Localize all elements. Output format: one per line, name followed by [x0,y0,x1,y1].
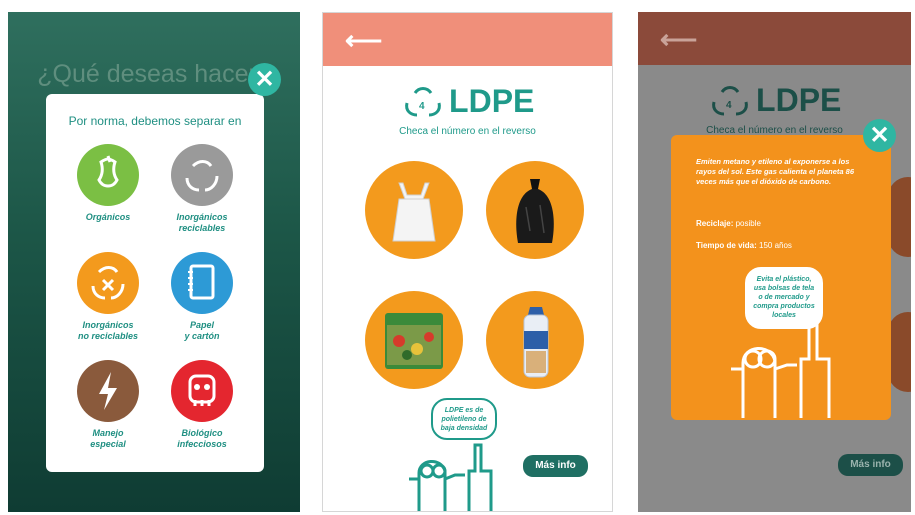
lightning-icon [77,360,139,422]
mascot-character-icon [409,443,493,511]
category-modal: Por norma, debemos separar en Orgánicos [46,94,264,472]
category-label: Inorgánicos no reciclables [77,320,139,341]
mascot-character-icon [731,323,831,418]
logo-text: LDPE [449,83,535,119]
category-papel-carton[interactable]: Papel y cartón [152,252,252,342]
lifetime-label: Tiempo de vida: [696,241,757,250]
recycling-label: Reciclaje: [696,219,734,228]
category-inorganicos-no-reciclables[interactable]: Inorgánicos no reciclables [58,252,158,342]
more-info-button[interactable]: Más info [838,454,903,476]
recycle-icon [171,144,233,206]
category-biologico-infecciosos[interactable]: Biológico infecciosos [152,360,252,450]
apple-core-icon [77,144,139,206]
bread-bag-icon[interactable] [486,291,584,389]
ldpe-logo: 4 LDPE [638,82,911,119]
phone-screen-categories: ¿Qué deseas hacer? Por norma, debemos se… [8,12,300,512]
svg-text:4: 4 [726,100,732,111]
recycle-icon: 4 [711,85,748,115]
more-info-button[interactable]: Más info [523,455,588,477]
header-bar: ⟵ [323,13,612,66]
lifetime-field: Tiempo de vida: 150 años [696,241,876,250]
category-label: Biológico infecciosos [177,428,227,449]
category-label: Inorgánicos reciclables [176,212,228,233]
category-label: Manejo especial [90,428,126,449]
skull-icon [171,360,233,422]
category-label: Orgánicos [85,212,131,222]
screenshot-stage: ¿Qué deseas hacer? Por norma, debemos se… [0,0,915,515]
close-icon[interactable]: ✕ [248,63,281,96]
logo-subtitle: Checa el número en el reverso [399,126,536,137]
notebook-icon [171,252,233,314]
lifetime-value: 150 años [759,241,792,250]
popup-description: Emiten metano y etileno al exponerse a l… [696,157,854,186]
svg-text:4: 4 [419,101,425,112]
category-inorganicos-reciclables[interactable]: Inorgánicos reciclables [152,144,252,234]
header-bar: ⟵ [638,12,911,65]
category-manejo-especial[interactable]: Manejo especial [58,360,158,450]
background-item-circle [888,312,911,392]
phone-screen-ldpe-info: ⟵ 4 LDPE Checa el número en el reverso M… [638,12,911,512]
info-popup: Emiten metano y etileno al exponerse a l… [671,135,891,420]
recycling-field: Reciclaje: posible [696,219,876,228]
background-item-circle [888,177,911,257]
plastic-bag-icon[interactable] [365,161,463,259]
frozen-food-bag-icon[interactable] [365,291,463,389]
recycle-cross-icon [77,252,139,314]
category-label: Papel y cartón [184,320,220,341]
recycle-icon: 4 [404,86,441,116]
close-icon[interactable]: ✕ [863,119,896,152]
category-organicos[interactable]: Orgánicos [58,144,158,223]
back-arrow-icon[interactable]: ⟵ [660,26,697,52]
trash-bag-icon[interactable] [486,161,584,259]
modal-heading: Por norma, debemos separar en [68,114,242,128]
logo-text: LDPE [756,82,842,118]
recycling-value: posible [735,219,761,228]
ldpe-logo: 4 LDPE [323,83,612,120]
phone-screen-ldpe: ⟵ 4 LDPE Checa el número en el reverso L… [322,12,613,512]
back-arrow-icon[interactable]: ⟵ [345,27,382,53]
